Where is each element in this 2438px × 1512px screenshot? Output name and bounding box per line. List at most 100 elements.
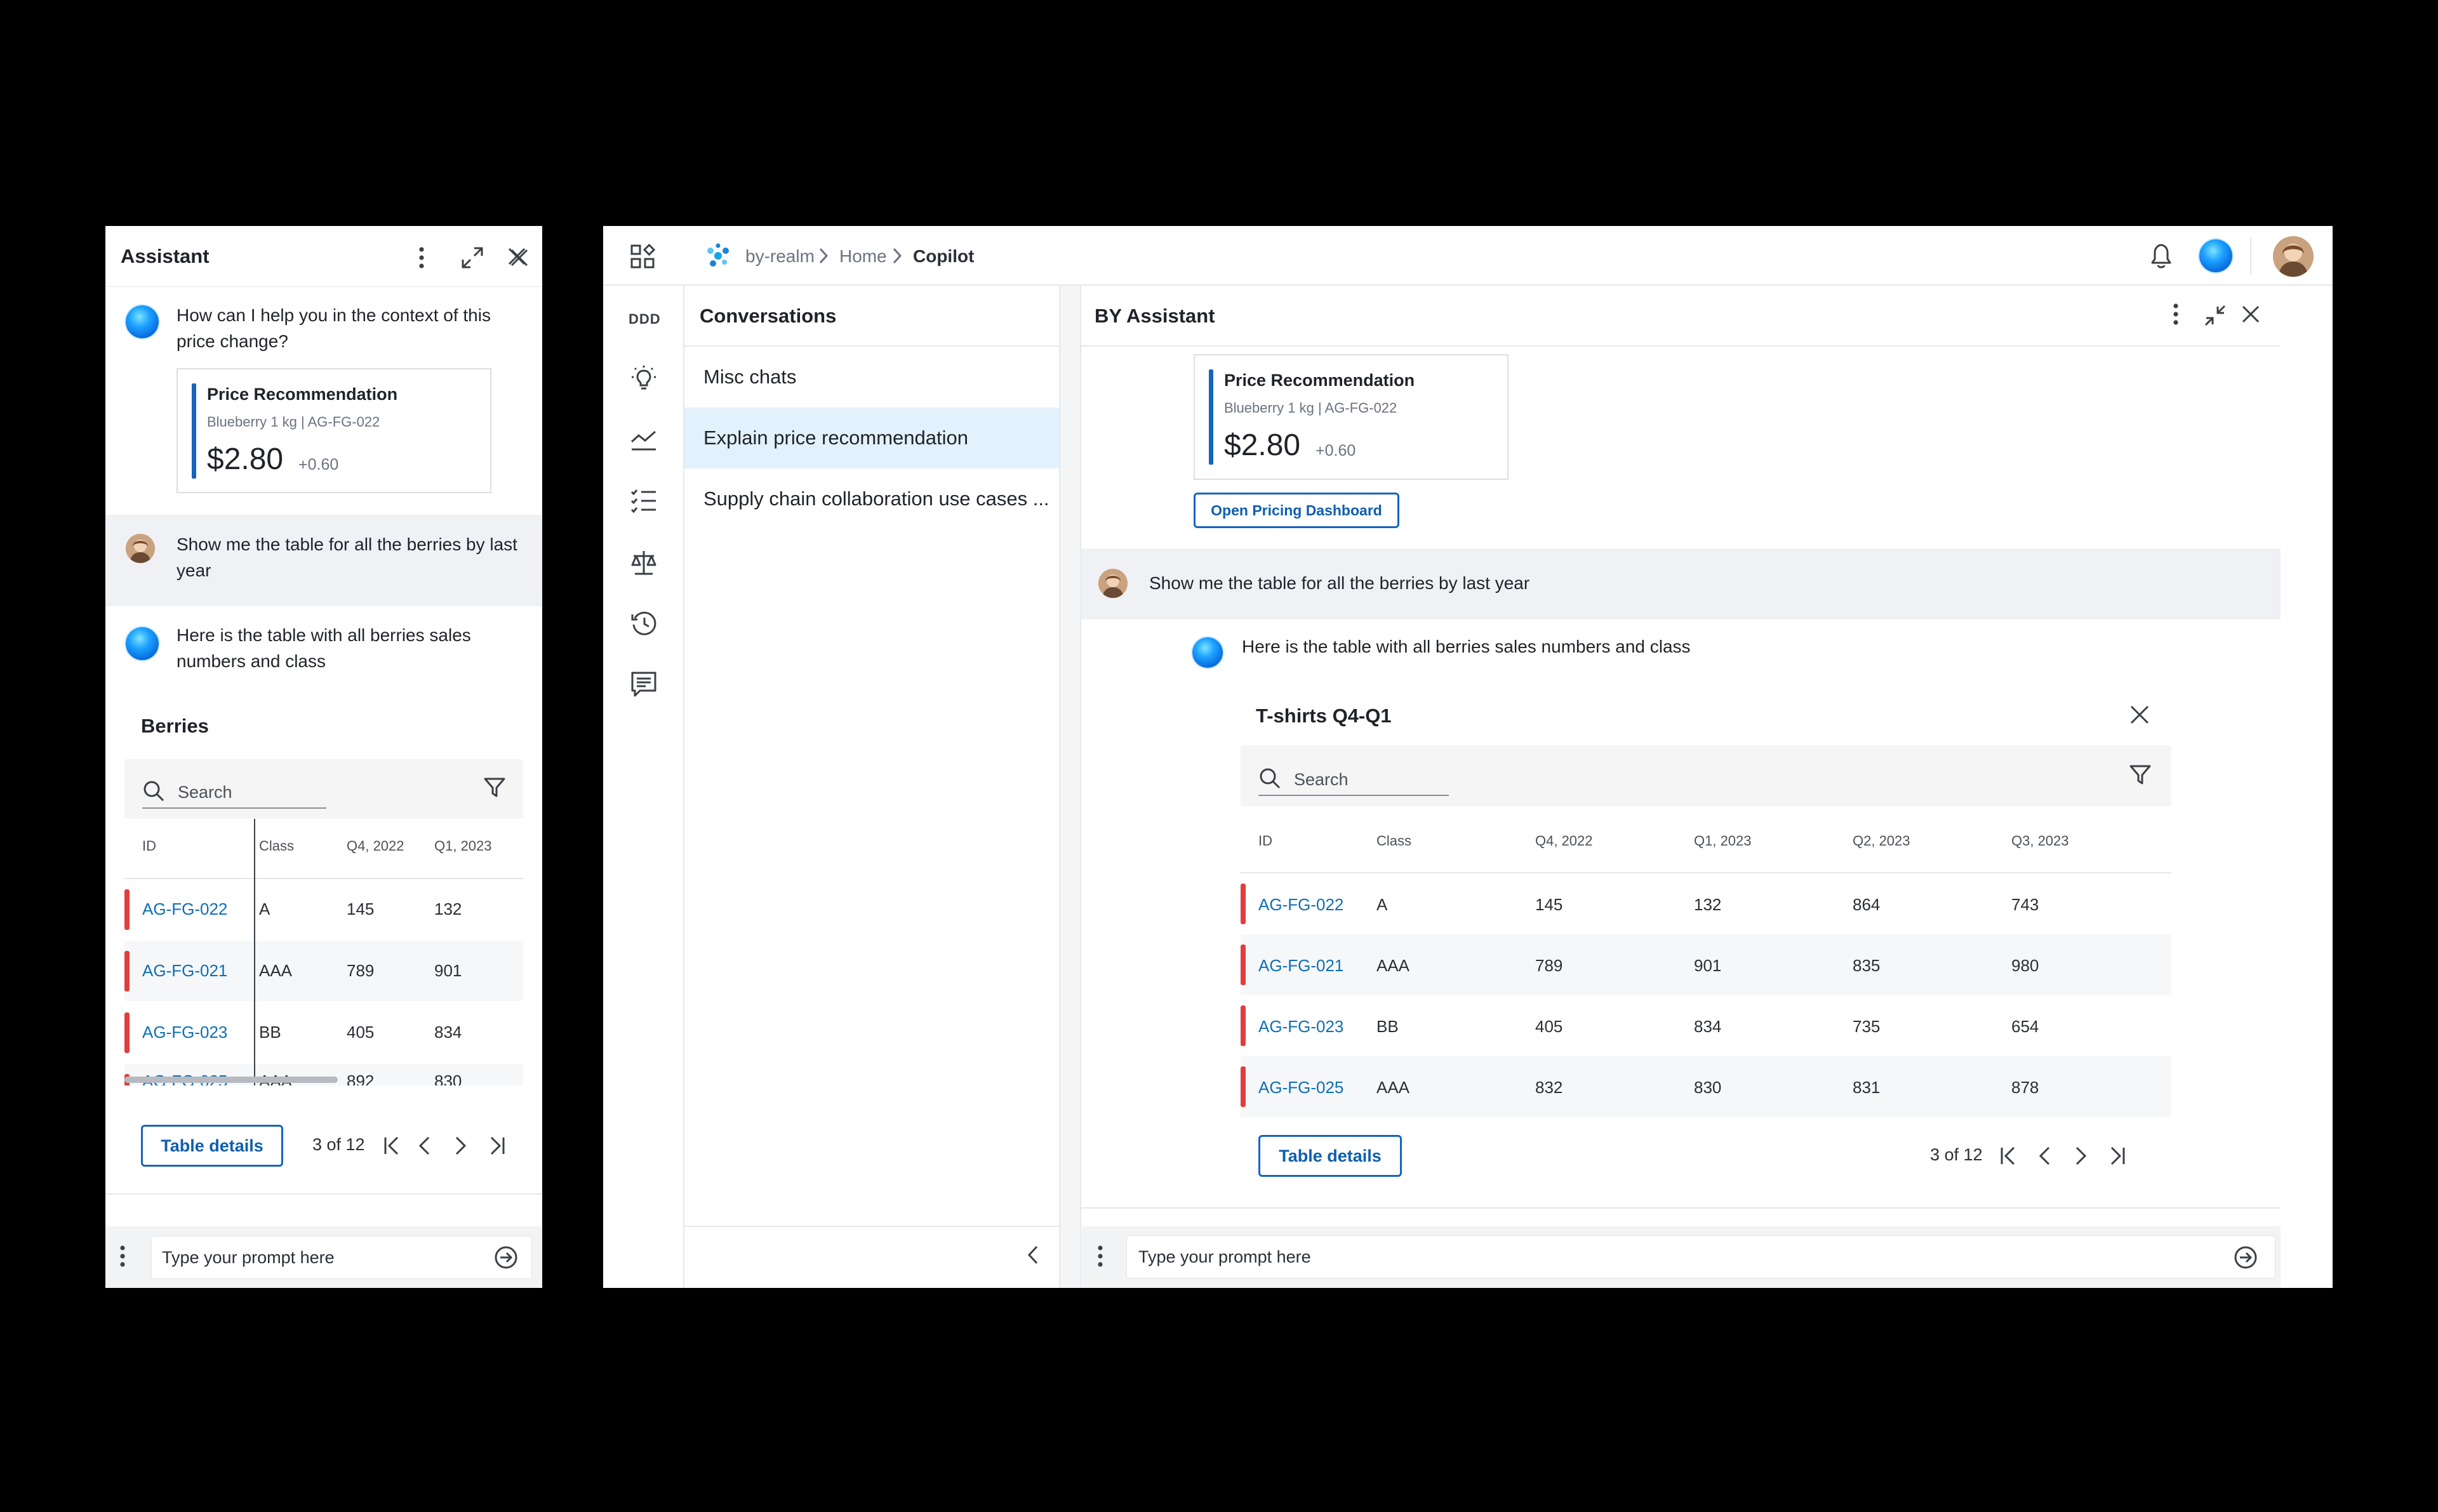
table-row[interactable]: AG-FG-023 BB 405 834 735 654 (1241, 995, 2171, 1056)
chat-list-icon[interactable] (630, 670, 658, 698)
close-button[interactable] (507, 245, 532, 270)
bell-icon[interactable] (2147, 241, 2175, 270)
search-input[interactable]: Search (142, 772, 326, 809)
conversation-item-active[interactable]: Explain price recommendation (684, 408, 1059, 468)
row-id-link[interactable]: AG-FG-021 (1258, 956, 1343, 976)
next-page-icon[interactable] (2074, 1145, 2089, 1167)
horizontal-scrollbar[interactable] (124, 1077, 338, 1083)
history-icon[interactable] (630, 609, 658, 637)
row-q2-2023: 864 (1853, 895, 1881, 914)
col-header-q1-2023: Q1, 2023 (1694, 833, 1752, 849)
conversation-label: Explain price recommendation (703, 427, 968, 449)
user-avatar (1098, 569, 1128, 598)
row-q1-2023: 901 (1694, 956, 1722, 975)
row-class: AAA (1376, 1078, 1410, 1097)
table-row[interactable]: AG-FG-022 A 145 132 864 743 (1241, 873, 2171, 934)
lightbulb-icon[interactable] (630, 364, 658, 392)
row-flag (124, 889, 130, 930)
bot-avatar-2 (126, 627, 159, 660)
last-page-icon[interactable] (488, 1135, 507, 1157)
search-input[interactable]: Search (1258, 759, 1449, 796)
chevron-right-icon (891, 246, 903, 265)
row-q3-2023: 980 (2011, 956, 2039, 975)
prompt-menu-icon[interactable] (119, 1245, 126, 1267)
conversation-item[interactable]: Misc chats (684, 347, 1059, 407)
prompt-input[interactable]: Type your prompt here (151, 1236, 532, 1279)
price-recommendation-card[interactable]: Price Recommendation Blueberry 1 kg | AG… (177, 368, 491, 493)
footer-divider (1081, 1207, 2281, 1209)
col-header-q4-2022: Q4, 2022 (1535, 833, 1593, 849)
trend-chart-icon[interactable] (630, 427, 658, 452)
pager-status: 3 of 12 (1930, 1145, 1983, 1164)
table-details-button[interactable]: Table details (1258, 1135, 1402, 1177)
row-id-link[interactable]: AG-FG-023 (1258, 1017, 1343, 1037)
row-flag (1241, 884, 1246, 924)
row-q4-2022: 145 (347, 899, 375, 918)
table-details-button[interactable]: Table details (141, 1125, 283, 1167)
next-page-icon[interactable] (453, 1135, 469, 1157)
col-header-q1-2023: Q1, 2023 (434, 838, 492, 854)
close-icon[interactable] (2241, 305, 2260, 324)
table-row[interactable]: AG-FG-025 AAA 832 830 831 878 (1241, 1056, 2171, 1117)
row-q4-2022: 789 (347, 961, 375, 980)
table-toolbar: Search (1241, 745, 2171, 806)
table-row[interactable]: AG-FG-021 AAA 789 901 (124, 941, 523, 1001)
col-header-class: Class (1376, 833, 1412, 849)
bot-question: How can I help you in the context of thi… (177, 305, 491, 351)
price-recommendation-card[interactable]: Price Recommendation Blueberry 1 kg | AG… (1194, 354, 1509, 480)
rail-logo[interactable]: DDD (629, 311, 661, 328)
topbar-divider (2250, 237, 2251, 274)
top-bar: by-realm Home Copilot (603, 226, 2333, 286)
kebab-menu-icon[interactable] (409, 245, 434, 270)
card-delta: +0.60 (298, 456, 339, 474)
table-row[interactable]: AG-FG-023 BB 405 834 (124, 1002, 523, 1063)
app-launcher-icon[interactable] (630, 244, 655, 269)
card-title: Price Recommendation (1224, 371, 1415, 390)
collapse-chevron-icon[interactable] (1026, 1244, 1040, 1266)
row-class: BB (1376, 1017, 1399, 1036)
column-resize-handle[interactable] (254, 819, 255, 1085)
filter-icon[interactable] (484, 777, 505, 799)
row-id-link[interactable]: AG-FG-022 (1258, 895, 1343, 915)
close-icon[interactable] (2129, 705, 2150, 725)
last-page-icon[interactable] (2108, 1145, 2127, 1167)
first-page-icon[interactable] (382, 1135, 401, 1157)
card-title: Price Recommendation (207, 385, 398, 404)
checklist-icon[interactable] (630, 487, 658, 513)
prev-page-icon[interactable] (416, 1135, 432, 1157)
table-row[interactable]: AG-FG-022 A 145 132 (124, 879, 523, 939)
chevron-right-icon (818, 246, 829, 265)
row-q1-2023: 834 (1694, 1017, 1722, 1036)
row-id-link[interactable]: AG-FG-023 (142, 1023, 227, 1042)
open-pricing-dashboard-button[interactable]: Open Pricing Dashboard (1194, 493, 1399, 528)
send-icon[interactable] (494, 1245, 518, 1270)
collapse-icon[interactable] (2203, 303, 2227, 328)
conversation-item[interactable]: Supply chain collaboration use cases ... (684, 468, 1059, 529)
brand-logo-icon[interactable] (705, 242, 731, 269)
assistant-panel: Assistant How can I help you in the cont… (105, 226, 542, 1288)
filter-icon[interactable] (2129, 764, 2151, 786)
prompt-input[interactable]: Type your prompt here (1126, 1235, 2275, 1278)
row-q3-2023: 654 (2011, 1017, 2039, 1036)
row-id-link[interactable]: AG-FG-021 (142, 961, 227, 981)
search-icon (1258, 767, 1281, 790)
row-id-link[interactable]: AG-FG-022 (142, 899, 227, 919)
prev-page-icon[interactable] (2037, 1145, 2052, 1167)
row-id-link[interactable]: AG-FG-025 (1258, 1078, 1343, 1098)
row-class: BB (259, 1023, 281, 1042)
scale-icon[interactable] (630, 548, 658, 576)
footer-divider (105, 1193, 542, 1195)
row-q4-2022: 832 (1535, 1078, 1563, 1097)
send-icon[interactable] (2234, 1245, 2258, 1270)
assistant-launcher-icon[interactable] (2199, 239, 2232, 272)
first-page-icon[interactable] (1999, 1145, 2018, 1167)
prompt-bar: Type your prompt here (105, 1226, 542, 1288)
expand-icon[interactable] (460, 245, 485, 270)
breadcrumb-brand[interactable]: by-realm (745, 246, 815, 267)
kebab-menu-icon[interactable] (2173, 303, 2179, 325)
breadcrumb-home[interactable]: Home (839, 246, 887, 267)
user-avatar[interactable] (2273, 236, 2314, 277)
row-class: AAA (1376, 956, 1410, 975)
prompt-menu-icon[interactable] (1097, 1245, 1103, 1267)
table-row[interactable]: AG-FG-021 AAA 789 901 835 980 (1241, 934, 2171, 995)
